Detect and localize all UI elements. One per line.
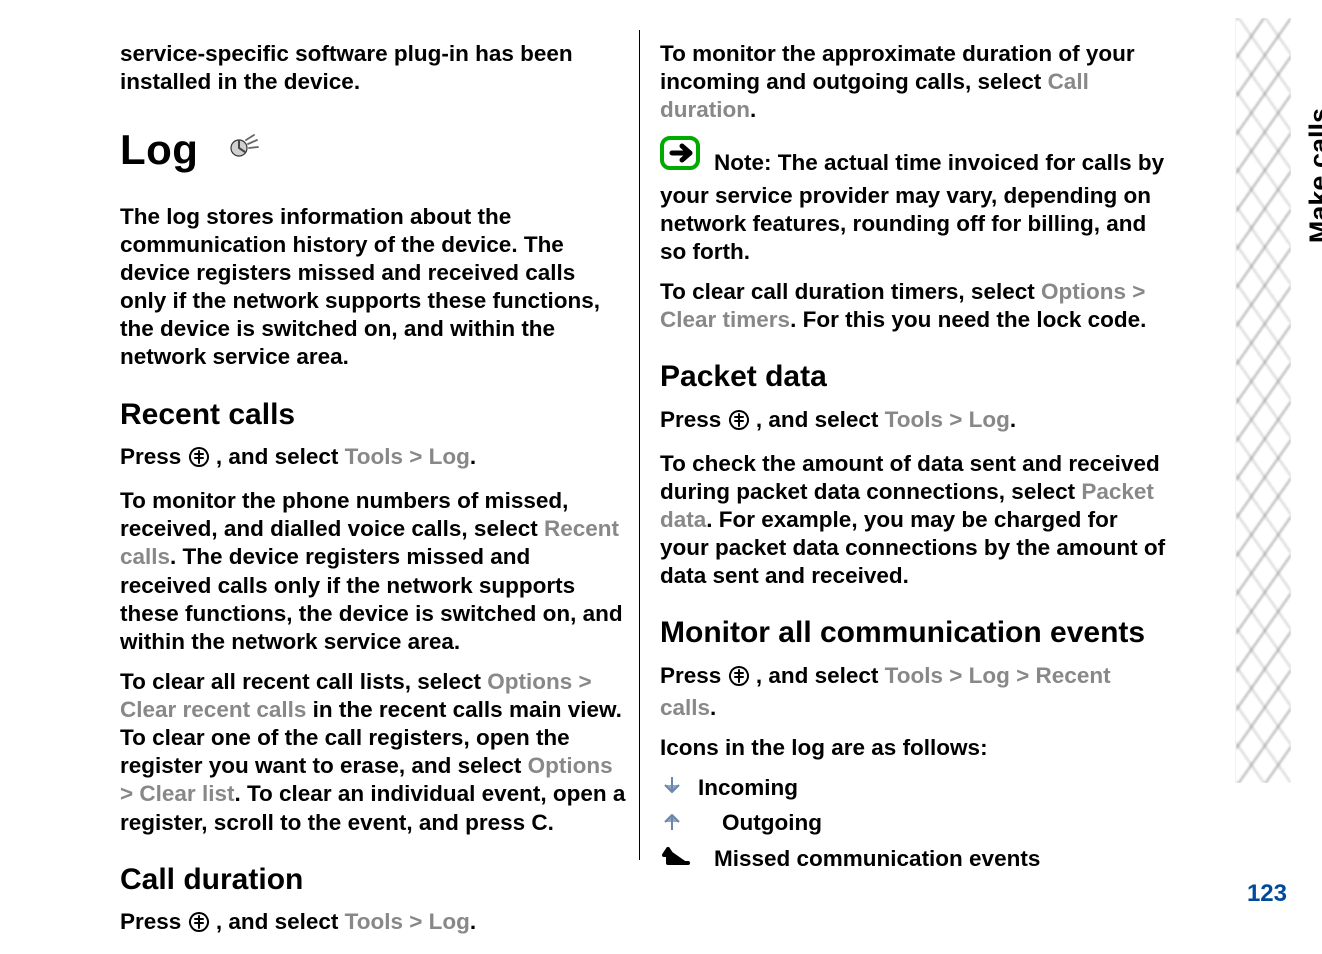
recent-calls-p2: To monitor the phone numbers of missed, … bbox=[120, 487, 627, 656]
menu-tools: Tools bbox=[345, 444, 403, 469]
two-column-layout: service-specific software plug-in has be… bbox=[120, 30, 1282, 860]
text: Press bbox=[120, 909, 188, 934]
note-block: Note: The actual time invoiced for calls… bbox=[660, 136, 1168, 266]
monitor-events-heading: Monitor all communication events bbox=[660, 614, 1168, 652]
text: , and select bbox=[216, 444, 345, 469]
missed-label: Missed communication events bbox=[714, 845, 1040, 873]
manual-page: service-specific software plug-in has be… bbox=[0, 0, 1322, 954]
packet-data-press: Press , and select Tools > Log. bbox=[660, 406, 1168, 438]
section-label: Make calls bbox=[1300, 98, 1322, 253]
call-duration-heading: Call duration bbox=[120, 861, 627, 899]
note-icon bbox=[660, 136, 708, 181]
text: . bbox=[548, 810, 554, 835]
text: . For this you need the lock code. bbox=[790, 307, 1146, 332]
menu-tools: Tools bbox=[345, 909, 403, 934]
separator: > bbox=[572, 669, 591, 694]
note-label: Note: bbox=[714, 150, 772, 175]
text: . The device registers missed and receiv… bbox=[120, 544, 623, 653]
text: Press bbox=[120, 444, 188, 469]
menu-options: Options bbox=[1041, 279, 1126, 304]
separator: > bbox=[949, 663, 968, 688]
separator: > bbox=[409, 444, 428, 469]
log-heading-text: Log bbox=[120, 126, 198, 173]
menu-key-icon bbox=[188, 911, 210, 940]
text: . bbox=[470, 909, 476, 934]
key-c: C bbox=[531, 810, 547, 835]
left-column: service-specific software plug-in has be… bbox=[120, 30, 640, 860]
menu-options: Options bbox=[487, 669, 572, 694]
side-tab: Make calls bbox=[1235, 18, 1290, 928]
menu-log: Log bbox=[969, 407, 1010, 432]
outgoing-arrow-icon bbox=[660, 809, 684, 840]
page-number: 123 bbox=[1247, 880, 1287, 908]
menu-clear-recent: Clear recent calls bbox=[120, 697, 306, 722]
right-column: To monitor the approximate duration of y… bbox=[660, 30, 1180, 860]
missed-arrow-icon bbox=[660, 845, 700, 878]
text: . bbox=[470, 444, 476, 469]
menu-tools: Tools bbox=[885, 407, 943, 432]
menu-log: Log bbox=[429, 444, 470, 469]
log-heading: Log bbox=[120, 124, 627, 181]
recent-calls-p3: To clear all recent call lists, select O… bbox=[120, 668, 627, 837]
menu-log: Log bbox=[969, 663, 1010, 688]
separator: > bbox=[409, 909, 428, 934]
packet-data-p1: To check the amount of data sent and rec… bbox=[660, 450, 1168, 591]
outgoing-label: Outgoing bbox=[698, 809, 822, 837]
text: . bbox=[710, 695, 716, 720]
monitor-events-press: Press , and select Tools > Log > Recent … bbox=[660, 662, 1168, 722]
text: . For example, you may be charged for yo… bbox=[660, 507, 1165, 588]
side-tab-pattern bbox=[1235, 18, 1291, 783]
separator: > bbox=[1016, 663, 1035, 688]
text: Press bbox=[660, 407, 728, 432]
menu-log: Log bbox=[429, 909, 470, 934]
text: , and select bbox=[216, 909, 345, 934]
call-duration-select: To monitor the approximate duration of y… bbox=[660, 40, 1168, 124]
icons-intro: Icons in the log are as follows: bbox=[660, 734, 1168, 762]
packet-data-heading: Packet data bbox=[660, 358, 1168, 396]
incoming-label: Incoming bbox=[698, 774, 798, 802]
recent-calls-heading: Recent calls bbox=[120, 396, 627, 434]
menu-clear-list: Clear list bbox=[139, 781, 234, 806]
menu-key-icon bbox=[728, 409, 750, 438]
menu-clear-timers: Clear timers bbox=[660, 307, 790, 332]
log-description: The log stores information about the com… bbox=[120, 203, 627, 372]
icon-row-missed: Missed communication events bbox=[660, 845, 1168, 878]
recent-calls-press: Press , and select Tools > Log. bbox=[120, 443, 627, 475]
icon-row-outgoing: Outgoing bbox=[660, 809, 1168, 840]
separator: > bbox=[120, 781, 139, 806]
text: . bbox=[1010, 407, 1016, 432]
menu-key-icon bbox=[728, 665, 750, 694]
text: , and select bbox=[756, 407, 885, 432]
clear-timers-para: To clear call duration timers, select Op… bbox=[660, 278, 1168, 334]
text: To clear call duration timers, select bbox=[660, 279, 1041, 304]
separator: > bbox=[1126, 279, 1145, 304]
log-icon bbox=[221, 128, 263, 181]
text: . bbox=[750, 97, 756, 122]
icon-row-incoming: Incoming bbox=[660, 774, 1168, 805]
intro-continuation: service-specific software plug-in has be… bbox=[120, 40, 627, 96]
incoming-arrow-icon bbox=[660, 774, 684, 805]
separator: > bbox=[949, 407, 968, 432]
menu-tools: Tools bbox=[885, 663, 943, 688]
menu-key-icon bbox=[188, 446, 210, 475]
menu-options: Options bbox=[528, 753, 613, 778]
text: Press bbox=[660, 663, 728, 688]
text: To monitor the phone numbers of missed, … bbox=[120, 488, 568, 541]
text: To clear all recent call lists, select bbox=[120, 669, 487, 694]
text: , and select bbox=[756, 663, 885, 688]
call-duration-press: Press , and select Tools > Log. bbox=[120, 908, 627, 940]
